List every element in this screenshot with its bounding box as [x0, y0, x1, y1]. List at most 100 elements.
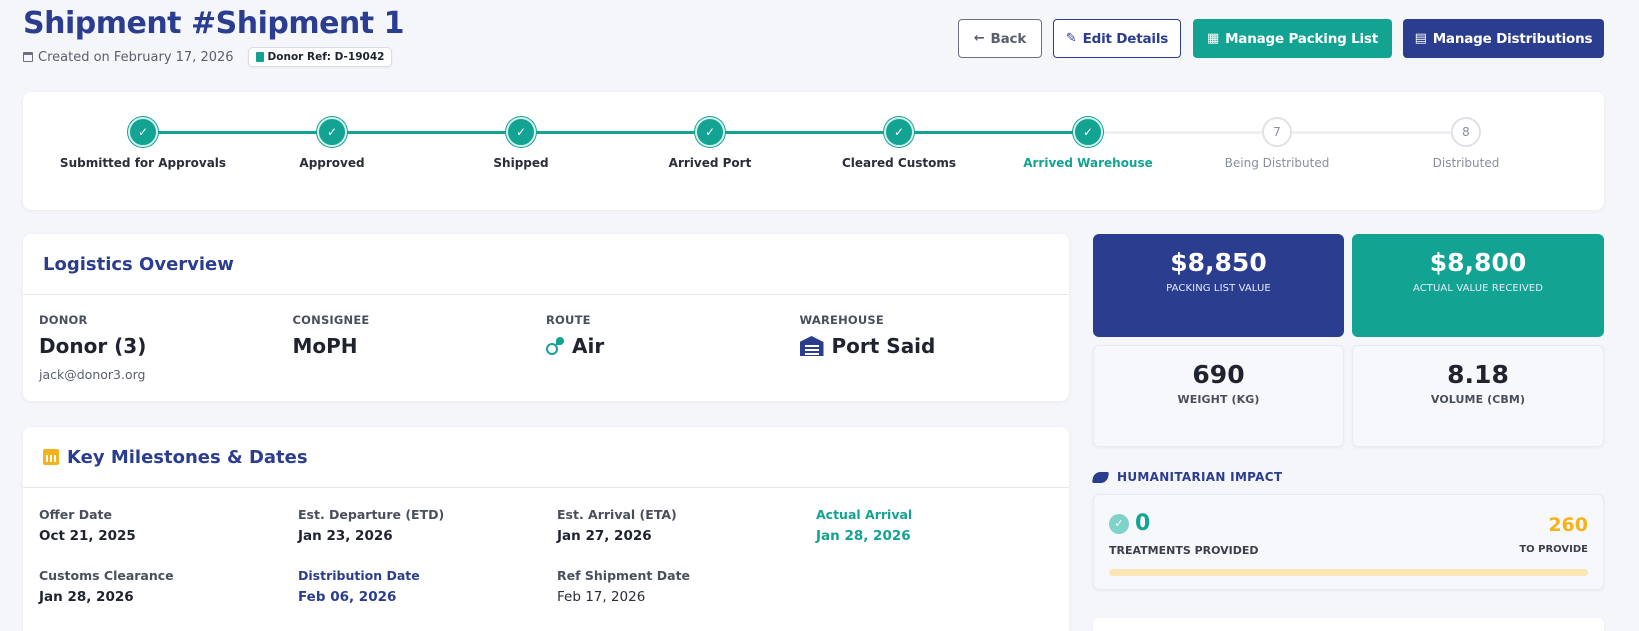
milestone-value: Jan 23, 2026 [298, 528, 393, 544]
milestone-actual-arrival: Actual Arrival Jan 28, 2026 [816, 507, 1075, 544]
milestone-label: Ref Shipment Date [557, 568, 691, 583]
edit-details-label: Edit Details [1082, 30, 1169, 47]
donor-ref-badge: Donor Ref: D-19042 [247, 47, 393, 67]
page-title: Shipment #Shipment 1 [23, 6, 404, 41]
warehouse-value: Port Said [799, 334, 1054, 358]
stepper-connector [143, 131, 332, 134]
actual-value-received: $8,800 [1429, 248, 1527, 277]
warehouse-value-text: Port Said [831, 334, 936, 358]
created-date-text: Created on February 17, 2026 [38, 49, 234, 65]
edit-details-button[interactable]: ✎ Edit Details [1053, 19, 1181, 58]
packing-list-value: $8,850 [1170, 248, 1267, 277]
logistics-header: Logistics Overview [23, 234, 1069, 295]
milestone-eta: Est. Arrival (ETA) Jan 27, 2026 [557, 507, 816, 544]
stepper-connector [332, 131, 521, 134]
milestone-customs-clearance: Customs Clearance Jan 28, 2026 [39, 568, 298, 605]
step-label: Shipped [493, 156, 549, 170]
milestone-label: Actual Arrival [816, 507, 913, 522]
check-circle-icon: ✓ [1109, 513, 1129, 534]
weight-label: WEIGHT (KG) [1177, 393, 1260, 406]
stepper-step: ✓ Arrived Warehouse [993, 117, 1183, 170]
check-icon: ✓ [884, 117, 914, 147]
stepper-step: ✓ Arrived Port [615, 117, 805, 170]
boxes-icon: ▦ [1206, 31, 1220, 46]
step-label: Submitted for Approvals [59, 156, 227, 170]
logistics-title: Logistics Overview [43, 253, 234, 275]
impact-progress-bar [1109, 569, 1588, 576]
treatments-provided: ✓ 0 [1109, 511, 1150, 536]
stepper-connector [1277, 131, 1466, 134]
handshake-icon [1091, 471, 1110, 483]
donor-value: Donor (3) [39, 334, 147, 358]
step-label: Arrived Warehouse [1023, 156, 1153, 170]
milestone-label: Customs Clearance [39, 568, 174, 583]
back-button-label: Back [990, 30, 1027, 47]
milestone-label: Offer Date [39, 507, 113, 522]
clipboard-icon: ▤ [1414, 31, 1427, 46]
route-icon [546, 337, 564, 355]
document-icon [255, 52, 264, 62]
stepper-step: ✓ Submitted for Approvals [48, 117, 238, 170]
step-label: Cleared Customs [841, 156, 957, 170]
milestone-label: Est. Departure (ETD) [298, 507, 445, 522]
step-label: Distributed [1432, 156, 1500, 170]
milestone-value: Feb 06, 2026 [298, 589, 397, 605]
actual-value-received-stat: $8,800 ACTUAL VALUE RECEIVED [1352, 234, 1604, 337]
donor-field: DONOR Donor (3) jack@donor3.org [39, 313, 293, 382]
next-card [1093, 618, 1604, 631]
humanitarian-impact-heading: HUMANITARIAN IMPACT [1091, 470, 1282, 484]
weight-value: 690 [1192, 360, 1245, 389]
volume-value: 8.18 [1447, 360, 1509, 389]
logistics-grid: DONOR Donor (3) jack@donor3.org CONSIGNE… [23, 295, 1069, 382]
check-icon: ✓ [128, 117, 158, 147]
manage-packing-list-button[interactable]: ▦ Manage Packing List [1193, 19, 1392, 58]
stepper-step: ✓ Shipped [426, 117, 616, 170]
milestone-ref-shipment-date: Ref Shipment Date Feb 17, 2026 [557, 568, 816, 605]
step-number: 8 [1451, 117, 1481, 147]
humanitarian-impact-card: ✓ 0 TREATMENTS PROVIDED 260 TO PROVIDE [1093, 494, 1604, 590]
manage-distributions-label: Manage Distributions [1432, 30, 1593, 47]
arrow-left-icon: ← [973, 31, 985, 46]
stepper-step: 7 Being Distributed [1182, 117, 1372, 170]
calendar-icon [23, 51, 33, 62]
milestone-value: Jan 28, 2026 [39, 589, 134, 605]
step-label: Approved [299, 156, 365, 170]
check-icon: ✓ [506, 117, 536, 147]
volume-stat: 8.18 VOLUME (CBM) [1352, 345, 1604, 447]
to-provide-label: TO PROVIDE [1519, 544, 1588, 555]
route-value: Air [546, 334, 800, 358]
donor-email: jack@donor3.org [39, 367, 146, 382]
milestone-label: Est. Arrival (ETA) [557, 507, 677, 522]
warehouse-field: WAREHOUSE Port Said [799, 313, 1054, 382]
warehouse-label: WAREHOUSE [799, 313, 884, 327]
stepper-connector [1088, 131, 1277, 134]
milestone-offer-date: Offer Date Oct 21, 2025 [39, 507, 298, 544]
milestone-value: Jan 28, 2026 [816, 528, 911, 544]
stepper-step: 8 Distributed [1371, 117, 1561, 170]
warehouse-icon [799, 336, 824, 356]
milestones-grid: Offer Date Oct 21, 2025 Est. Departure (E… [23, 488, 1069, 605]
status-stepper: ✓ Submitted for Approvals ✓ Approved ✓ Shippe… [23, 92, 1604, 210]
stepper-connector [521, 131, 710, 134]
weight-stat: 690 WEIGHT (KG) [1093, 345, 1344, 447]
stepper-track: ✓ Submitted for Approvals ✓ Approved ✓ Shippe… [23, 92, 1604, 210]
donor-label: DONOR [39, 313, 88, 327]
edit-icon: ✎ [1065, 31, 1077, 46]
milestone-value: Oct 21, 2025 [39, 528, 136, 544]
route-field: ROUTE Air [546, 313, 800, 382]
treatments-provided-count: 0 [1135, 511, 1151, 536]
actual-value-received-label: ACTUAL VALUE RECEIVED [1412, 283, 1544, 294]
route-label: ROUTE [546, 313, 591, 327]
manage-distributions-button[interactable]: ▤ Manage Distributions [1403, 19, 1604, 58]
created-date: Created on February 17, 2026 [23, 50, 234, 65]
donor-ref-text: Donor Ref: D-19042 [267, 51, 385, 63]
manage-packing-list-label: Manage Packing List [1225, 30, 1379, 47]
milestones-title: Key Milestones & Dates [67, 446, 308, 468]
milestone-distribution-date: Distribution Date Feb 06, 2026 [298, 568, 557, 605]
calendar-icon [43, 449, 59, 465]
check-icon: ✓ [1073, 117, 1103, 147]
stepper-connector [710, 131, 899, 134]
consignee-value: MoPH [292, 334, 358, 358]
milestone-value: Feb 17, 2026 [557, 589, 646, 605]
back-button[interactable]: ← Back [958, 19, 1042, 58]
